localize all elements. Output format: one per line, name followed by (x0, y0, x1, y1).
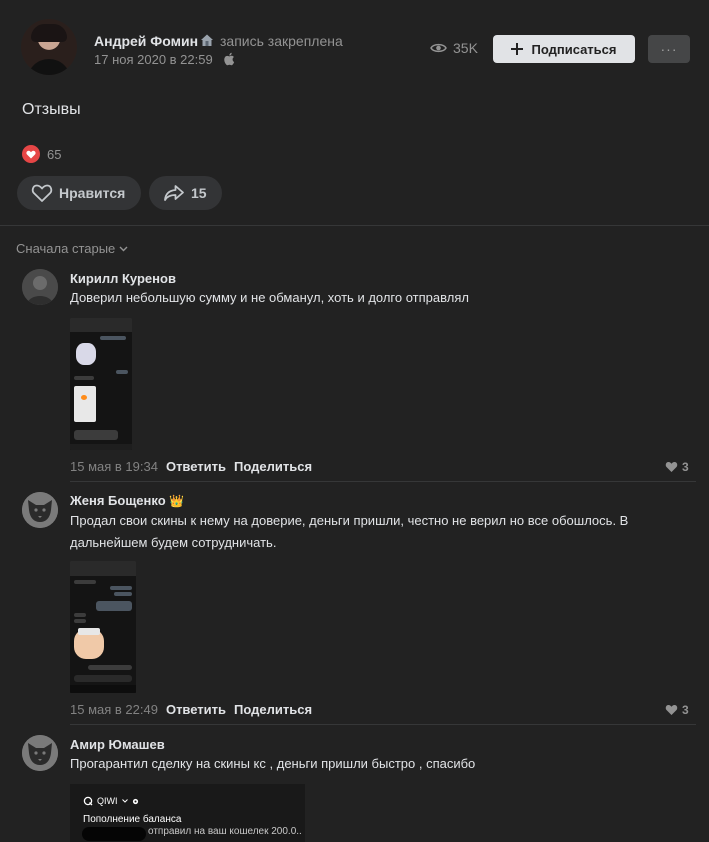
post-action-bar: Нравится 15 (17, 176, 222, 210)
post-date[interactable]: 17 ноя 2020 в 22:59 (94, 52, 213, 67)
house-icon (201, 34, 213, 46)
more-icon: ··· (660, 41, 678, 57)
commenter-name[interactable]: Кирилл Куренов (70, 271, 176, 286)
commenter-name[interactable]: Женя Бощенко 👑 (70, 493, 184, 508)
comment-screenshot[interactable] (70, 318, 132, 450)
commenter-name-text: Женя Бощенко (70, 493, 166, 508)
commenter-name[interactable]: Амир Юмашев (70, 737, 165, 752)
share-count: 15 (191, 185, 207, 201)
comment-meta: 15 мая в 19:34 Ответить Поделиться (70, 459, 312, 474)
comment-item: Женя Бощенко 👑 Продал свои скины к нему … (0, 490, 709, 726)
author-name[interactable]: Андрей Фомин (94, 33, 198, 49)
sort-dropdown[interactable]: Сначала старые (16, 241, 128, 256)
subscribe-label: Подписаться (531, 41, 617, 57)
sort-label: Сначала старые (16, 241, 116, 256)
comment-item: Амир Юмашев Прогарантил сделку на скины … (0, 733, 709, 842)
share-comment-button[interactable]: Поделиться (234, 702, 312, 717)
comment-item: Кирилл Куренов Доверил небольшую сумму и… (0, 268, 709, 488)
heart-icon (665, 462, 678, 472)
eye-icon (430, 43, 447, 53)
comment-meta: 15 мая в 22:49 Ответить Поделиться (70, 702, 312, 717)
comment-screenshot[interactable]: QIWI Пополнение баланса отправил на ваш … (70, 784, 305, 842)
comment-like-button[interactable]: 3 (665, 703, 689, 717)
plus-icon (511, 43, 524, 55)
commenter-avatar[interactable] (22, 735, 58, 771)
qiwi-logo: QIWI (83, 794, 163, 808)
qiwi-subtitle: отправил на ваш кошелек 200.0.. (148, 826, 302, 837)
reactions-summary[interactable]: 65 (22, 145, 61, 163)
comment-text: Доверил небольшую сумму и не обманул, хо… (70, 290, 469, 305)
share-arrow-icon (164, 185, 184, 201)
author-avatar[interactable] (21, 19, 77, 75)
apple-icon (224, 52, 235, 66)
commenter-avatar[interactable] (22, 492, 58, 528)
like-button[interactable]: Нравится (17, 176, 141, 210)
heart-outline-icon (31, 184, 53, 202)
comment-like-button[interactable]: 3 (665, 460, 689, 474)
comment-date[interactable]: 15 мая в 22:49 (70, 702, 158, 717)
pinned-label: запись закреплена (220, 33, 343, 49)
heart-reaction-icon (22, 145, 40, 163)
reply-button[interactable]: Ответить (166, 702, 226, 717)
share-comment-button[interactable]: Поделиться (234, 459, 312, 474)
comment-date[interactable]: 15 мая в 19:34 (70, 459, 158, 474)
comment-divider (70, 724, 696, 725)
reply-button[interactable]: Ответить (166, 459, 226, 474)
like-label: Нравится (59, 185, 126, 201)
qiwi-subtitle-text: отправил на ваш кошелек 200.0.. (148, 826, 302, 837)
comment-screenshot[interactable] (70, 561, 136, 693)
share-button[interactable]: 15 (149, 176, 222, 210)
qiwi-title: Пополнение баланса (83, 814, 182, 825)
comment-text: Продал свои скины к нему на доверие, ден… (70, 513, 629, 550)
views-count: 35K (453, 40, 478, 56)
comment-like-count: 3 (682, 703, 689, 717)
comment-text: Прогарантил сделку на скины кс , деньги … (70, 756, 476, 771)
comment-divider (70, 481, 696, 482)
qiwi-icon (83, 796, 93, 806)
crown-badge-icon: 👑 (169, 494, 185, 508)
chevron-down-icon (119, 246, 128, 251)
post-text: Отзывы (22, 101, 81, 118)
qiwi-brand: QIWI (97, 796, 118, 806)
heart-icon (665, 705, 678, 715)
divider (0, 225, 709, 226)
post-header: Андрей Фомин запись закреплена 17 ноя 20… (0, 0, 709, 95)
redacted-area (82, 827, 146, 841)
subscribe-button[interactable]: Подписаться (493, 35, 635, 63)
commenter-avatar[interactable] (22, 269, 58, 305)
comment-like-count: 3 (682, 460, 689, 474)
more-options-button[interactable]: ··· (648, 35, 690, 63)
gear-icon (132, 798, 138, 804)
chevron-down-icon (121, 799, 128, 803)
reactions-count: 65 (47, 146, 62, 162)
